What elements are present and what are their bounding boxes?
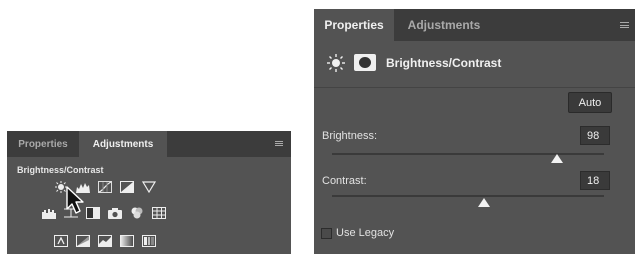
brightness-contrast-icon	[326, 53, 346, 73]
channel-mixer-icon[interactable]	[130, 207, 144, 219]
tab-adjustments[interactable]: Adjustments	[394, 9, 494, 41]
arrow-cursor-icon	[65, 185, 85, 215]
tab-properties[interactable]: Properties	[7, 131, 79, 157]
tab-adjustments[interactable]: Adjustments	[79, 131, 167, 157]
use-legacy-label: Use Legacy	[336, 227, 395, 239]
exposure-icon[interactable]	[120, 181, 134, 193]
hue-saturation-icon[interactable]	[42, 207, 56, 219]
section-title: Brightness/Contrast	[17, 165, 104, 175]
panel-menu-icon[interactable]	[275, 141, 283, 146]
brightness-field[interactable]: 98	[580, 126, 610, 145]
curves-icon[interactable]	[98, 181, 112, 193]
photo-filter-icon[interactable]	[108, 207, 122, 219]
layer-mask-icon[interactable]	[354, 54, 376, 71]
gradient-map-icon[interactable]	[120, 235, 134, 247]
tab-properties[interactable]: Properties	[314, 9, 394, 41]
contrast-label: Contrast:	[322, 175, 367, 187]
adjustment-title: Brightness/Contrast	[386, 56, 502, 70]
black-white-icon[interactable]	[86, 207, 100, 219]
adjustments-panel: Properties Adjustments Brightness/Contra…	[7, 131, 291, 254]
left-tab-bar: Properties Adjustments	[7, 131, 291, 157]
properties-header: Brightness/Contrast	[314, 41, 635, 88]
color-lookup-icon[interactable]	[152, 207, 166, 219]
brightness-label: Brightness:	[322, 130, 378, 142]
contrast-field[interactable]: 18	[580, 171, 610, 190]
brightness-slider-thumb[interactable]	[550, 154, 563, 163]
contrast-slider-track[interactable]	[332, 195, 604, 197]
right-tab-bar: Properties Adjustments	[314, 9, 635, 41]
selective-color-icon[interactable]	[142, 235, 156, 247]
threshold-icon[interactable]	[98, 235, 112, 247]
brightness-slider-track[interactable]	[332, 153, 604, 155]
properties-panel: Properties Adjustments Brightness/Contra…	[314, 9, 635, 254]
use-legacy-checkbox[interactable]	[321, 228, 332, 239]
auto-button[interactable]: Auto	[568, 92, 612, 113]
panel-menu-icon[interactable]	[620, 22, 629, 28]
posterize-icon[interactable]	[76, 235, 90, 247]
vibrance-icon[interactable]	[142, 181, 156, 193]
invert-icon[interactable]	[54, 235, 68, 247]
contrast-slider-thumb[interactable]	[478, 198, 491, 207]
